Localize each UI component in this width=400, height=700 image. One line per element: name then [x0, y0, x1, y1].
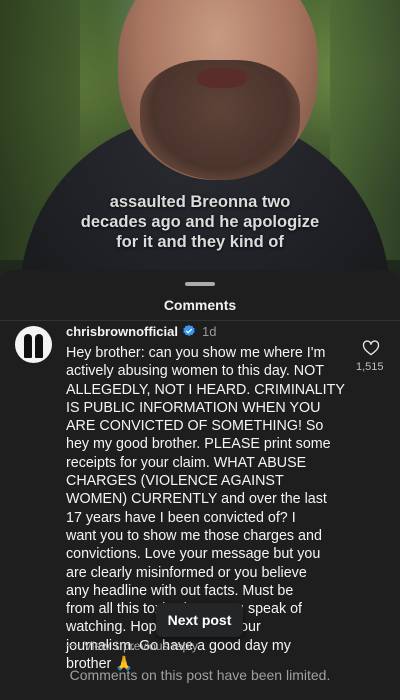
avatar-figure: [35, 334, 43, 358]
comment-timestamp: 1d: [201, 323, 217, 339]
sheet-divider: [0, 320, 400, 321]
heart-outline-icon[interactable]: [362, 339, 380, 356]
like-count: 1,515: [356, 361, 384, 373]
comment-username[interactable]: chrisbrownofficial: [66, 324, 178, 339]
sheet-drag-handle[interactable]: [185, 282, 215, 286]
verified-badge-icon: [183, 324, 195, 337]
avatar[interactable]: [15, 326, 52, 363]
person-mouth: [197, 68, 247, 88]
reply-divider-line: [66, 645, 78, 646]
next-post-button[interactable]: Next post: [156, 603, 243, 637]
view-replies-link[interactable]: View 1 previous reply: [84, 639, 198, 653]
caption-line: for it and they kind of: [116, 233, 284, 251]
avatar-figure: [24, 334, 32, 358]
video-frame[interactable]: assaulted Breonna two decades ago and he…: [0, 0, 400, 290]
video-caption: assaulted Breonna two decades ago and he…: [0, 192, 400, 252]
caption-line: decades ago and he apologize: [80, 213, 320, 231]
sheet-title: Comments: [163, 297, 237, 313]
caption-line: assaulted Breonna two: [109, 193, 291, 211]
comments-limited-notice: Comments on this post have been limited.: [69, 667, 331, 683]
comment-header: chrisbrownofficial 1d: [66, 323, 216, 339]
